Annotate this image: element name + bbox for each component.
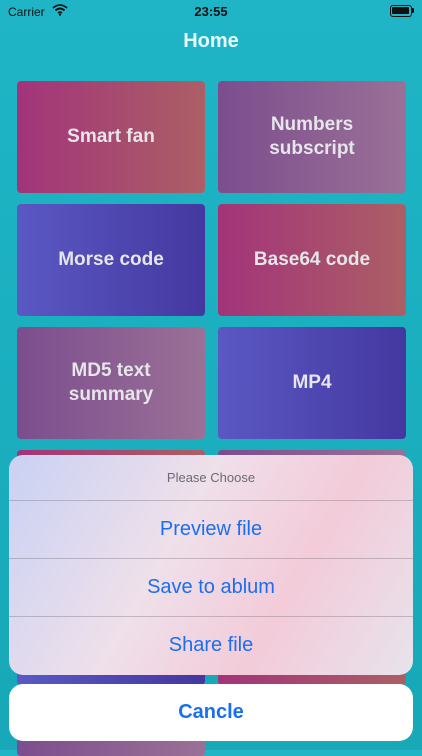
status-time: 23:55 [194,4,228,19]
tile-label: Morse code [58,249,164,270]
tile-numbers-subscript[interactable]: Numbers subscript [218,81,406,193]
tile-smart-fan[interactable]: Smart fan [17,81,205,193]
tile-label: Numbers subscript [269,114,355,159]
preview-file-option[interactable]: Preview file [9,501,413,559]
action-sheet: Please Choose Preview file Save to ablum… [9,455,413,675]
tile-morse-code[interactable]: Morse code [17,204,205,316]
cancel-button[interactable]: Cancle [9,684,413,741]
save-to-album-option[interactable]: Save to ablum [9,559,413,617]
tile-mp4[interactable]: MP4 [218,327,406,439]
tile-label: MP4 [292,372,332,393]
share-file-option[interactable]: Share file [9,617,413,674]
tile-label: MD5 text summary [68,360,154,405]
action-sheet-title: Please Choose [9,455,413,501]
tile-base64-code[interactable]: Base64 code [218,204,406,316]
page-title: Home [183,30,239,52]
tile-label: Smart fan [67,126,155,147]
tile-label: Base64 code [253,249,371,270]
tile-md5-text-summary[interactable]: MD5 text summary [17,327,205,439]
battery-icon [390,5,414,17]
status-bar: Carrier 23:55 [0,0,422,24]
